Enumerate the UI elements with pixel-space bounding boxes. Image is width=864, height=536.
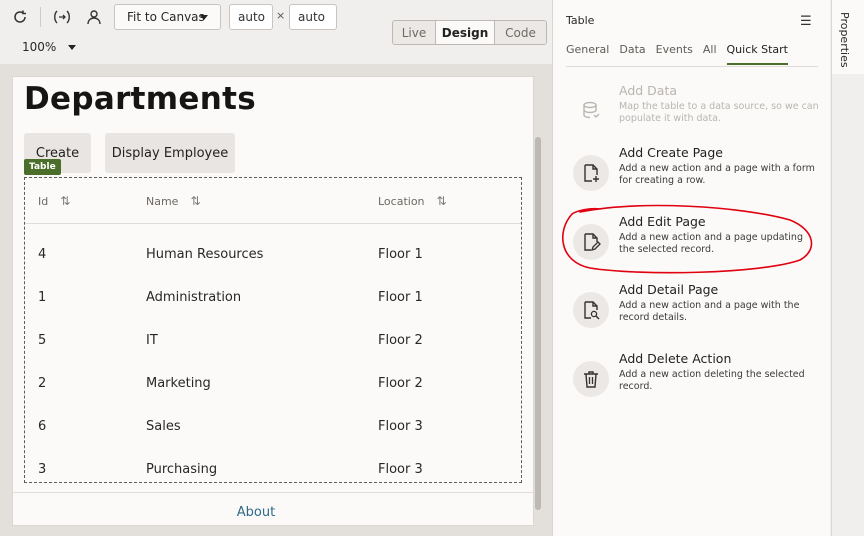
cell-name: Human Resources (146, 247, 264, 262)
width-input[interactable]: auto (229, 4, 273, 30)
canvas-scrollbar[interactable] (535, 137, 541, 510)
quick-start-title: Add Detail Page (619, 282, 719, 297)
header-divider (25, 223, 521, 224)
cell-location: Floor 2 (378, 333, 423, 348)
quick-start-title: Add Data (619, 83, 678, 98)
column-header-label: Id (38, 194, 49, 208)
quick-start-title: Add Delete Action (619, 351, 732, 366)
zoom-select[interactable]: 100% (22, 40, 77, 54)
cell-location: Floor 2 (378, 376, 423, 391)
designer-toolbar: Fit to Canvas auto × auto 100% Live Desi… (0, 0, 552, 64)
page-title[interactable]: Departments (24, 81, 256, 117)
departments-table[interactable]: Id ⇅ Name ⇅ Location ⇅ 4 Human Resources… (24, 177, 522, 483)
cell-location: Floor 3 (378, 419, 423, 434)
cell-id: 3 (38, 462, 47, 477)
panel-title: Table (566, 14, 595, 27)
tabs-divider (566, 66, 818, 67)
tab-general[interactable]: General (566, 43, 609, 65)
column-header-id[interactable]: Id ⇅ (38, 194, 70, 208)
user-icon[interactable] (83, 6, 105, 28)
tab-quick-start[interactable]: Quick Start (726, 43, 788, 65)
view-mode-switch: Live Design Code (392, 20, 547, 45)
cell-name: Sales (146, 419, 181, 434)
cell-location: Floor 1 (378, 247, 423, 262)
cell-id: 1 (38, 290, 47, 305)
table-row[interactable]: 5 IT Floor 2 (25, 319, 521, 362)
quick-start-title: Add Edit Page (619, 214, 706, 229)
cell-id: 4 (38, 247, 47, 262)
design-canvas: Departments Create Display Employee Tabl… (0, 64, 552, 536)
quick-start-desc: Map the table to a data source, so we ca… (619, 101, 819, 124)
cell-name: Purchasing (146, 462, 218, 477)
quick-start-title: Add Create Page (619, 145, 723, 160)
column-header-label: Name (146, 194, 179, 208)
mode-design-button[interactable]: Design (436, 21, 495, 44)
properties-panel: Table ☰ General Data Events All Quick St… (552, 0, 830, 536)
sort-icon[interactable]: ⇅ (437, 194, 447, 208)
column-header-location[interactable]: Location ⇅ (378, 194, 447, 208)
about-link[interactable]: About (13, 505, 499, 520)
table-row[interactable]: 1 Administration Floor 1 (25, 276, 521, 319)
sort-icon[interactable]: ⇅ (60, 194, 70, 208)
display-employee-button[interactable]: Display Employee (105, 133, 235, 173)
table-row[interactable]: 3 Purchasing Floor 3 (25, 448, 521, 491)
mode-live-button[interactable]: Live (393, 21, 436, 44)
page-add-icon (573, 155, 609, 191)
trash-icon (573, 361, 609, 397)
fit-to-canvas-label: Fit to Canvas (127, 10, 205, 24)
cell-id: 6 (38, 419, 47, 434)
fit-to-canvas-select[interactable]: Fit to Canvas (114, 4, 221, 30)
chevron-down-icon (68, 44, 77, 50)
quick-start-desc: Add a new action and a page updating the… (619, 232, 803, 255)
panel-tabs: General Data Events All Quick Start (566, 43, 798, 65)
cell-id: 2 (38, 376, 47, 391)
table-row[interactable]: 4 Human Resources Floor 1 (25, 233, 521, 276)
zoom-level: 100% (22, 40, 57, 54)
page-preview: Departments Create Display Employee Tabl… (12, 76, 534, 526)
cell-location: Floor 1 (378, 290, 423, 305)
quick-start-desc: Add a new action and a page with the rec… (619, 300, 800, 323)
mode-code-button[interactable]: Code (495, 21, 546, 44)
database-icon (573, 93, 609, 129)
table-row[interactable]: 6 Sales Floor 3 (25, 405, 521, 448)
page-edit-icon (573, 224, 609, 260)
column-header-label: Location (378, 194, 425, 208)
refresh-icon[interactable] (9, 6, 31, 28)
sort-icon[interactable]: ⇅ (190, 194, 200, 208)
dimension-times-glyph: × (276, 9, 286, 22)
cell-name: Administration (146, 290, 242, 305)
cell-id: 5 (38, 333, 47, 348)
properties-side-tab-strip: Properties (831, 0, 864, 536)
chevron-down-icon (200, 15, 208, 20)
tab-all[interactable]: All (703, 43, 717, 65)
table-row[interactable]: 2 Marketing Floor 2 (25, 362, 521, 405)
quick-start-desc: Add a new action deleting the selected r… (619, 369, 805, 392)
footer-divider (13, 492, 533, 493)
variables-icon[interactable] (51, 6, 73, 28)
column-header-name[interactable]: Name ⇅ (146, 194, 201, 208)
hamburger-menu-icon[interactable]: ☰ (800, 14, 812, 29)
properties-side-tab-label: Properties (838, 12, 851, 68)
quick-start-desc: Add a new action and a page with a form … (619, 163, 815, 186)
page-search-icon (573, 292, 609, 328)
cell-name: IT (146, 333, 158, 348)
properties-side-tab[interactable]: Properties (832, 0, 864, 74)
height-input[interactable]: auto (289, 4, 337, 30)
cell-name: Marketing (146, 376, 211, 391)
tab-data[interactable]: Data (619, 43, 645, 65)
cell-location: Floor 3 (378, 462, 423, 477)
tab-events[interactable]: Events (656, 43, 693, 65)
toolbar-divider (40, 7, 41, 27)
table-component-tag: Table (24, 159, 61, 175)
